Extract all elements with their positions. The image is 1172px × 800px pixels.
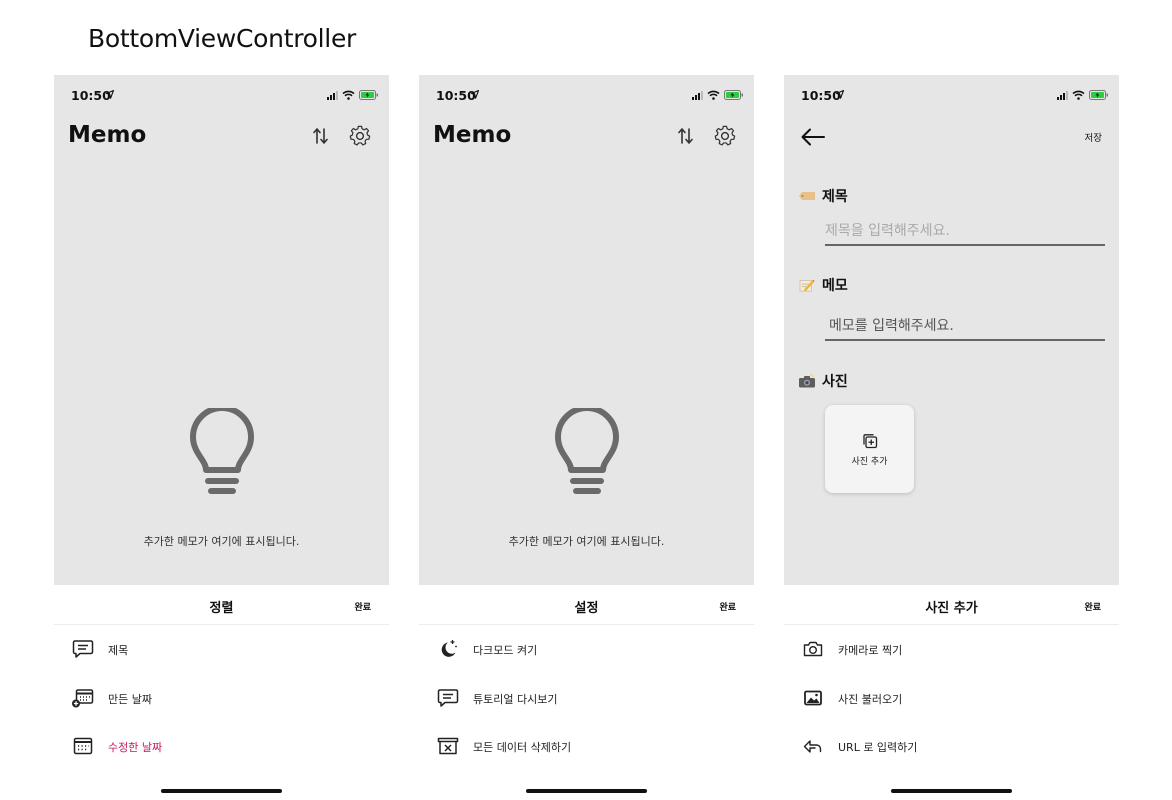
camera-icon — [803, 641, 823, 657]
settings-gear-icon[interactable] — [714, 125, 736, 147]
settings-option-delete-all[interactable]: 모든 데이터 삭제하기 — [419, 731, 754, 761]
empty-state-text: 추가한 메모가 여기에 표시됩니다. — [143, 535, 300, 548]
status-bar: 10:50 — [784, 75, 1119, 115]
option-label: 튜토리얼 다시보기 — [473, 693, 558, 706]
sheet-header: 정렬 완료 — [54, 585, 389, 625]
photo-option-camera[interactable]: 카메라로 찍기 — [784, 634, 1119, 664]
status-time: 10:50 — [801, 88, 841, 103]
wifi-icon — [707, 90, 720, 100]
settings-gear-icon[interactable] — [349, 125, 371, 147]
cellular-signal-icon — [1057, 90, 1068, 100]
camera-flash-icon — [799, 374, 815, 388]
home-indicator — [891, 789, 1012, 793]
title-section-label: 제목 — [798, 186, 848, 206]
phone-new-memo: 10:50 저장 제목 메모 사진 — [784, 75, 1119, 800]
photo-label: 사진 — [822, 374, 848, 390]
memo-field[interactable] — [825, 313, 1105, 341]
lightbulb-icon — [190, 408, 254, 494]
settings-option-dark-mode[interactable]: 다크모드 켜기 — [419, 634, 754, 664]
option-label: 만든 날짜 — [108, 693, 152, 706]
done-button[interactable]: 완료 — [719, 600, 736, 613]
option-label: 사진 불러오기 — [838, 693, 903, 706]
image-icon — [804, 690, 822, 706]
phone-settings: 10:50 Memo 추가한 메모가 여기에 표시됩니다. 설정 완료 다크모드… — [419, 75, 754, 800]
sort-option-title[interactable]: 제목 — [54, 634, 389, 664]
home-indicator — [161, 789, 282, 793]
settings-option-tutorial[interactable]: 튜토리얼 다시보기 — [419, 683, 754, 713]
option-label: 수정한 날짜 — [108, 741, 163, 754]
option-label: 제목 — [108, 644, 129, 657]
sort-icon[interactable] — [675, 125, 697, 147]
sheet-title: 설정 — [574, 601, 599, 616]
option-label: 모든 데이터 삭제하기 — [473, 741, 572, 754]
option-label: URL 로 입력하기 — [838, 741, 918, 754]
done-button[interactable]: 완료 — [1084, 600, 1101, 613]
battery-charging-icon — [1089, 90, 1108, 100]
battery-charging-icon — [724, 90, 743, 100]
wifi-icon — [342, 90, 355, 100]
sort-option-created-date[interactable]: 만든 날짜 — [54, 683, 389, 713]
status-time: 10:50 — [436, 88, 476, 103]
memo-input[interactable] — [825, 313, 1105, 339]
title-field[interactable] — [825, 218, 1105, 246]
option-label: 다크모드 켜기 — [473, 644, 538, 657]
page-title: BottomViewController — [88, 24, 356, 53]
label-tag-icon — [799, 192, 815, 200]
status-time: 10:50 — [71, 88, 111, 103]
cellular-signal-icon — [327, 90, 338, 100]
sheet-header: 사진 추가 완료 — [784, 585, 1119, 625]
status-bar: 10:50 — [54, 75, 389, 115]
lightbulb-icon — [555, 408, 619, 494]
photo-option-library[interactable]: 사진 불러오기 — [784, 683, 1119, 713]
sheet-title: 정렬 — [209, 601, 234, 616]
title-label: 제목 — [822, 189, 848, 205]
memo-pencil-icon — [799, 279, 815, 292]
screen: 10:50 Memo 추가한 메모가 여기에 표시됩니다. — [54, 75, 389, 585]
add-photo-button[interactable]: 사진 추가 — [825, 405, 914, 493]
archive-delete-icon — [437, 737, 459, 755]
memo-section-label: 메모 — [798, 275, 848, 295]
back-arrow-icon[interactable] — [800, 127, 826, 147]
link-share-icon — [803, 740, 822, 753]
empty-state-text: 추가한 메모가 여기에 표시됩니다. — [508, 535, 665, 548]
calendar-add-icon — [72, 689, 94, 708]
done-button[interactable]: 완료 — [354, 600, 371, 613]
sheet-title: 사진 추가 — [925, 601, 978, 616]
battery-charging-icon — [359, 90, 378, 100]
memo-label: 메모 — [822, 278, 848, 294]
cellular-signal-icon — [692, 90, 703, 100]
screen: 10:50 Memo 추가한 메모가 여기에 표시됩니다. — [419, 75, 754, 585]
wifi-icon — [1072, 90, 1085, 100]
option-label: 카메라로 찍기 — [838, 644, 903, 657]
sort-option-modified-date[interactable]: 수정한 날짜 — [54, 731, 389, 761]
sort-icon[interactable] — [310, 125, 332, 147]
title-chat-icon — [72, 640, 94, 658]
screen-title: Memo — [433, 122, 512, 148]
home-indicator — [526, 789, 647, 793]
calendar-icon — [73, 737, 93, 755]
location-arrow-icon — [471, 90, 479, 99]
title-input[interactable] — [825, 218, 1105, 244]
sheet-header: 설정 완료 — [419, 585, 754, 625]
location-arrow-icon — [106, 90, 114, 99]
screen: 10:50 저장 제목 메모 사진 — [784, 75, 1119, 585]
add-photo-icon — [863, 434, 878, 449]
add-photo-label: 사진 추가 — [851, 457, 888, 467]
phone-sort: 10:50 Memo 추가한 메모가 여기에 표시됩니다. 정렬 완료 제목 만… — [54, 75, 389, 800]
status-bar: 10:50 — [419, 75, 754, 115]
location-arrow-icon — [836, 90, 844, 99]
photo-option-url[interactable]: URL 로 입력하기 — [784, 731, 1119, 761]
screen-title: Memo — [68, 122, 147, 148]
moon-stars-icon — [441, 640, 457, 657]
chat-icon — [437, 689, 459, 707]
save-button[interactable]: 저장 — [1085, 130, 1102, 144]
photo-section-label: 사진 — [798, 371, 848, 391]
